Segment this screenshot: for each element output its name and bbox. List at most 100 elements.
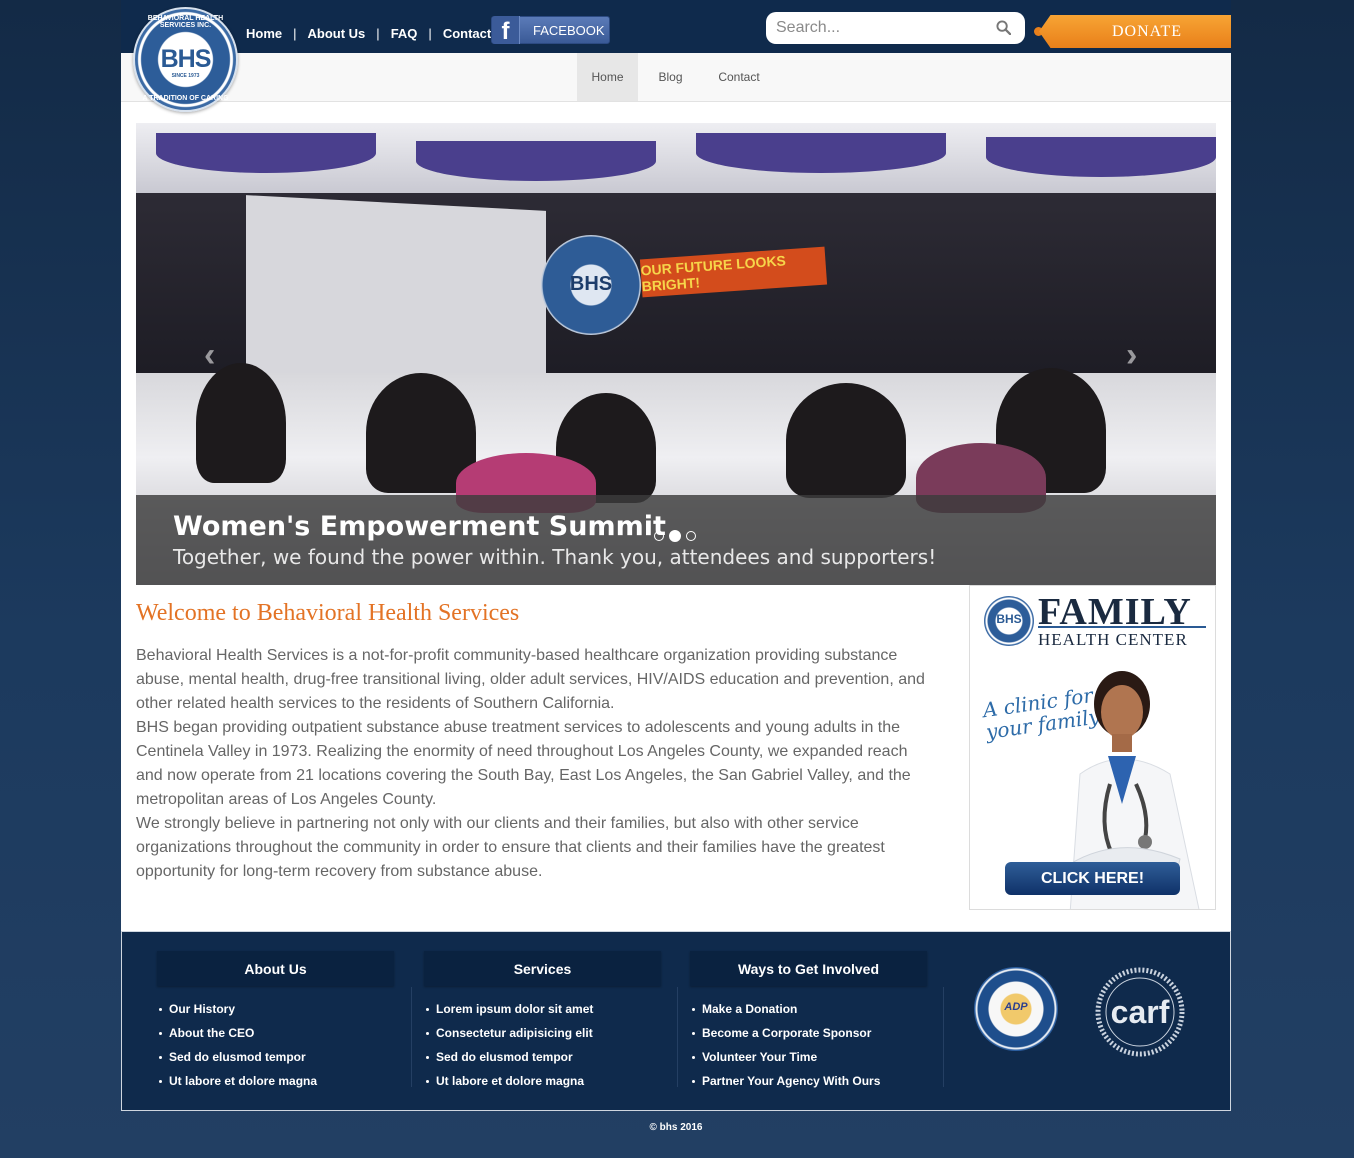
bullet-icon	[159, 1007, 162, 1011]
nav-separator: |	[293, 26, 297, 41]
bhs-logo[interactable]: BEHAVIORAL HEALTH SERVICES INC. BHS SINC…	[133, 7, 238, 112]
slide-caption: Women's Empowerment Summit Together, we …	[136, 495, 1216, 585]
slide-drape	[696, 133, 946, 173]
footer-link-label: Ut labore et dolore magna	[169, 1074, 318, 1088]
bullet-icon	[426, 1007, 429, 1011]
footer-link[interactable]: Lorem ipsum dolor sit amet	[424, 997, 661, 1021]
carf-seal-text: carf	[1111, 994, 1170, 1030]
slide-drape	[416, 141, 656, 181]
donate-button[interactable]: DONATE	[1039, 15, 1231, 48]
search-box	[766, 12, 1025, 44]
slide-drape	[156, 133, 376, 173]
footer-link[interactable]: About the CEO	[157, 1021, 394, 1045]
footer-link-label: Our History	[169, 1002, 236, 1016]
footer-link-label: Ut labore et dolore magna	[436, 1074, 585, 1088]
footer-link[interactable]: Partner Your Agency With Ours	[690, 1069, 927, 1093]
bullet-icon	[426, 1055, 429, 1059]
footer-link-label: Become a Corporate Sponsor	[702, 1026, 872, 1040]
top-nav: Home | About Us | FAQ | Contact	[246, 26, 491, 41]
footer-link[interactable]: Ut labore et dolore magna	[157, 1069, 394, 1093]
footer-link[interactable]: Sed do elusmod tempor	[424, 1045, 661, 1069]
search-input[interactable]	[776, 19, 976, 37]
footer-list: Our History About the CEO Sed do elusmod…	[157, 997, 394, 1093]
carf-seal-icon[interactable]: carf	[1092, 967, 1188, 1057]
welcome-paragraph: Behavioral Health Services is a not-for-…	[136, 647, 925, 712]
logo-text: BHS	[160, 45, 212, 73]
bullet-icon	[692, 1007, 695, 1011]
footer-link-label: Sed do elusmod tempor	[169, 1050, 306, 1064]
slide-subtitle: Together, we found the power within. Tha…	[173, 545, 937, 569]
footer-link[interactable]: Consectetur adipisicing elit	[424, 1021, 661, 1045]
footer-link[interactable]: Volunteer Your Time	[690, 1045, 927, 1069]
slider-dot-1[interactable]	[654, 531, 664, 541]
footer-col-title: Ways to Get Involved	[690, 951, 927, 986]
welcome-body: Behavioral Health Services is a not-for-…	[136, 644, 936, 884]
footer-link-label: Lorem ipsum dolor sit amet	[436, 1002, 594, 1016]
welcome-title: Welcome to Behavioral Health Services	[136, 600, 520, 626]
footer-link[interactable]: Our History	[157, 997, 394, 1021]
bullet-icon	[426, 1079, 429, 1083]
footer-link[interactable]: Ut labore et dolore magna	[424, 1069, 661, 1093]
top-nav-about-us[interactable]: About Us	[308, 26, 366, 41]
bullet-icon	[159, 1079, 162, 1083]
footer-link-label: About the CEO	[169, 1026, 255, 1040]
slide-crowd	[196, 363, 286, 483]
sub-nav: Home Blog Contact	[121, 53, 1231, 102]
slider-prev-arrow[interactable]: ‹	[204, 336, 215, 375]
footer-divider	[943, 987, 944, 1087]
copyright: © bhs 2016	[649, 1122, 703, 1133]
footer-link[interactable]: Make a Donation	[690, 997, 927, 1021]
ad-logo-text: BHS	[996, 612, 1022, 626]
facebook-icon: f	[492, 16, 520, 44]
facebook-label: FACEBOOK	[533, 22, 605, 38]
sub-nav-home[interactable]: Home	[577, 53, 638, 101]
slide-drape	[986, 137, 1216, 177]
top-nav-faq[interactable]: FAQ	[391, 26, 418, 41]
facebook-button[interactable]: f FACEBOOK	[491, 16, 610, 44]
footer-link[interactable]: Become a Corporate Sponsor	[690, 1021, 927, 1045]
footer: About Us Our History About the CEO Sed d…	[121, 931, 1231, 1111]
logo-ring-bottom: A TRADITION OF CARING	[142, 95, 229, 102]
sub-nav-contact[interactable]: Contact	[705, 53, 773, 101]
top-nav-home[interactable]: Home	[246, 26, 282, 41]
bullet-icon	[692, 1055, 695, 1059]
nav-separator: |	[376, 26, 380, 41]
slider-dots	[654, 530, 696, 542]
ad-divider	[1038, 626, 1206, 628]
slider-next-arrow[interactable]: ›	[1126, 336, 1137, 375]
footer-list: Lorem ipsum dolor sit amet Consectetur a…	[424, 997, 661, 1093]
slider-dot-2[interactable]	[669, 530, 681, 542]
bullet-icon	[159, 1055, 162, 1059]
nav-separator: |	[428, 26, 432, 41]
footer-col-services: Services Lorem ipsum dolor sit amet Cons…	[424, 951, 661, 1093]
search-icon[interactable]	[996, 20, 1011, 35]
hero-slider[interactable]: BHS OUR FUTURE LOOKS BRIGHT! ‹ › Women's…	[136, 123, 1216, 585]
bullet-icon	[426, 1031, 429, 1035]
footer-link-label: Make a Donation	[702, 1002, 798, 1016]
slider-dot-3[interactable]	[686, 531, 696, 541]
welcome-paragraph: We strongly believe in partnering not on…	[136, 815, 885, 880]
sub-nav-blog[interactable]: Blog	[646, 53, 695, 101]
logo-since: SINCE 1973	[171, 73, 200, 79]
slide-projector-screen	[246, 195, 546, 401]
family-health-center-ad[interactable]: BHS FAMILY HEALTH CENTER A clinic for yo…	[969, 585, 1216, 910]
top-nav-contact[interactable]: Contact	[443, 26, 491, 41]
top-bar: Home | About Us | FAQ | Contact f FACEBO…	[121, 0, 1231, 53]
slide-seal-text: BHS	[569, 273, 613, 295]
bullet-icon	[692, 1079, 695, 1083]
footer-link-label: Sed do elusmod tempor	[436, 1050, 573, 1064]
footer-col-title: About Us	[157, 951, 394, 986]
footer-link-label: Partner Your Agency With Ours	[702, 1074, 881, 1088]
footer-link-label: Consectetur adipisicing elit	[436, 1026, 593, 1040]
footer-divider	[677, 987, 678, 1087]
ad-health-center: HEALTH CENTER	[1038, 630, 1188, 649]
logo-ring-top: BEHAVIORAL HEALTH SERVICES INC.	[147, 15, 224, 29]
bullet-icon	[692, 1031, 695, 1035]
footer-link[interactable]: Sed do elusmod tempor	[157, 1045, 394, 1069]
adp-seal-text: ADP	[1004, 1001, 1028, 1013]
footer-col-title: Services	[424, 951, 661, 986]
ad-click-here-button[interactable]: CLICK HERE!	[1005, 862, 1180, 895]
footer-col-about: About Us Our History About the CEO Sed d…	[157, 951, 394, 1093]
slide-title: Women's Empowerment Summit	[173, 511, 666, 542]
footer-link-label: Volunteer Your Time	[702, 1050, 818, 1064]
